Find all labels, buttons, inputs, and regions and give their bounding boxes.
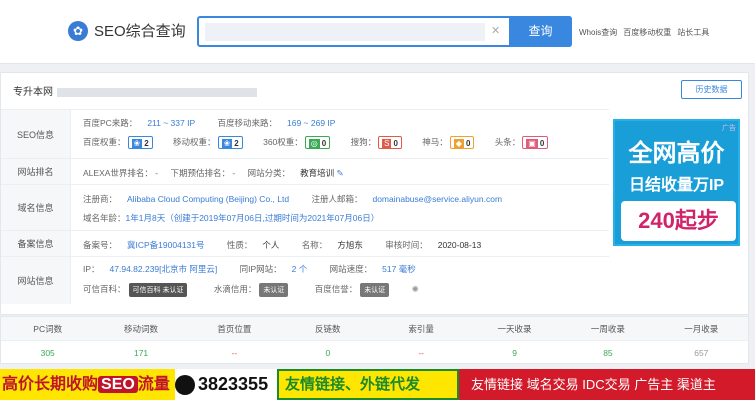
seo-info-row: SEO信息 百度PC来路： 211 ~ 337 IP 百度移动来路： 169 ~ 2…: [1, 109, 609, 158]
top-links: Whois查询 百度移动权重 站长工具: [579, 27, 709, 38]
logo-text: SEO综合查询: [94, 23, 186, 40]
backlinks[interactable]: 0: [281, 341, 374, 365]
same-ip-count[interactable]: 2 个: [292, 264, 308, 274]
top-bar: ✿ SEO综合查询 ✕ 查询 Whois查询 百度移动权重 站长工具: [0, 0, 755, 64]
mobile-traffic[interactable]: 169 ~ 269 IP: [287, 118, 335, 128]
ad-line-2: 日结收量万IP: [628, 177, 725, 194]
search-button[interactable]: 查询: [509, 16, 572, 47]
mobile-weight-badge[interactable]: ❀ 2: [217, 136, 243, 150]
mobile-words[interactable]: 171: [94, 341, 187, 365]
search-box: ✕ 查询: [197, 16, 572, 47]
ad-banner[interactable]: 广告 全网高价 日结收量万IP 240起步: [613, 119, 740, 246]
row-label: SEO信息: [1, 110, 71, 158]
logo-icon: ✿: [68, 20, 88, 41]
sogou-badge[interactable]: S0: [378, 136, 402, 150]
icp-row: 备案信息 备案号： 冀ICP备19004131号 性质： 个人 名称： 方旭东 审核时…: [1, 230, 609, 256]
ad-tag: 广告: [722, 125, 736, 132]
site-category: 教育培训: [300, 168, 335, 178]
stats-values: 305 171 -- 0 -- 9 85 657: [1, 341, 748, 365]
site-title: 专升本网: [13, 83, 257, 98]
toutiao-badge[interactable]: ▣ 0: [522, 136, 549, 150]
stats-table: PC词数 移动词数 首页位置 反链数 索引量 一天收录 一周收录 一月收录 30…: [0, 316, 749, 364]
month-index[interactable]: 657: [655, 341, 748, 365]
qq-icon: [175, 375, 195, 396]
loading-icon: ✺: [411, 284, 419, 295]
ad-line-1: 全网高价: [628, 140, 725, 167]
clear-icon[interactable]: ✕: [491, 24, 500, 37]
trust-wiki-badge[interactable]: 可信百科 未认证: [128, 283, 188, 297]
edit-icon[interactable]: ✎: [336, 168, 343, 178]
blurred-title: [57, 87, 257, 97]
domain-row: 域名信息 注册商： Alibaba Cloud Computing (Beijin…: [1, 184, 609, 230]
banner-buy-traffic[interactable]: 高价长期收购 SEO 流量: [0, 369, 175, 400]
ad-line-3: 240起步: [621, 201, 736, 241]
360-weight-badge[interactable]: ◎ 0: [304, 136, 331, 150]
banner-qq[interactable]: 3823355: [175, 369, 277, 400]
pc-words[interactable]: 305: [1, 341, 94, 365]
registrar[interactable]: Alibaba Cloud Computing (Beijing) Co., L…: [127, 194, 289, 204]
whois-link[interactable]: Whois查询: [579, 27, 617, 38]
site-speed[interactable]: 517 毫秒: [382, 264, 416, 274]
mobile-weight-link[interactable]: 百度移动权重: [623, 27, 671, 38]
banner-trade[interactable]: 友情链接 域名交易 IDC交易 广告主 渠道主: [459, 369, 755, 400]
rank-row: 网站排名 ALEXA世界排名： - 下期预估排名： - 网站分类： 教育培训 ✎: [1, 158, 609, 184]
water-credit-badge[interactable]: 未认证: [259, 283, 289, 297]
stats-header: PC词数 移动词数 首页位置 反链数 索引量 一天收录 一周收录 一月收录: [1, 317, 748, 341]
index-count: --: [418, 348, 425, 358]
alexa-rank: ALEXA世界排名： -: [83, 168, 159, 178]
seo-panel: 专升本网 历史数据 SEO信息 百度PC来路： 211 ~ 337 IP 百度移动…: [0, 72, 749, 315]
webmaster-tools-link[interactable]: 站长工具: [677, 27, 709, 38]
logo[interactable]: ✿ SEO综合查询: [68, 20, 186, 41]
home-position: --: [231, 348, 238, 358]
week-index[interactable]: 85: [561, 341, 654, 365]
search-input[interactable]: [205, 23, 485, 41]
day-index[interactable]: 9: [468, 341, 561, 365]
history-button[interactable]: 历史数据: [681, 80, 742, 99]
shenma-badge[interactable]: ◆ 0: [449, 136, 475, 150]
ip-address[interactable]: 47.94.82.239[北京市 阿里云]: [110, 264, 218, 274]
ad-banners: 高价长期收购 SEO 流量 3823355 友情链接、外链代发 友情链接 域名交易 …: [0, 369, 755, 400]
domain-age[interactable]: 1年1月8天（创建于2019年07月06日,过期时间为2021年07月06日）: [126, 213, 380, 223]
banner-links[interactable]: 友情链接、外链代发: [277, 369, 459, 400]
web-info-row: 网站信息 IP： 47.94.82.239[北京市 阿里云] 同IP网站： 2 个 …: [1, 256, 609, 304]
baidu-weight-badge[interactable]: ❀ 2: [127, 136, 153, 150]
registrant-email[interactable]: domainabuse@service.aliyun.com: [372, 194, 502, 204]
forecast-rank: 下期预估排名： -: [170, 168, 236, 178]
baidu-credit-badge[interactable]: 未认证: [360, 283, 390, 297]
icp-number[interactable]: 冀ICP备19004131号: [127, 240, 205, 250]
pc-traffic[interactable]: 211 ~ 337 IP: [147, 118, 195, 128]
